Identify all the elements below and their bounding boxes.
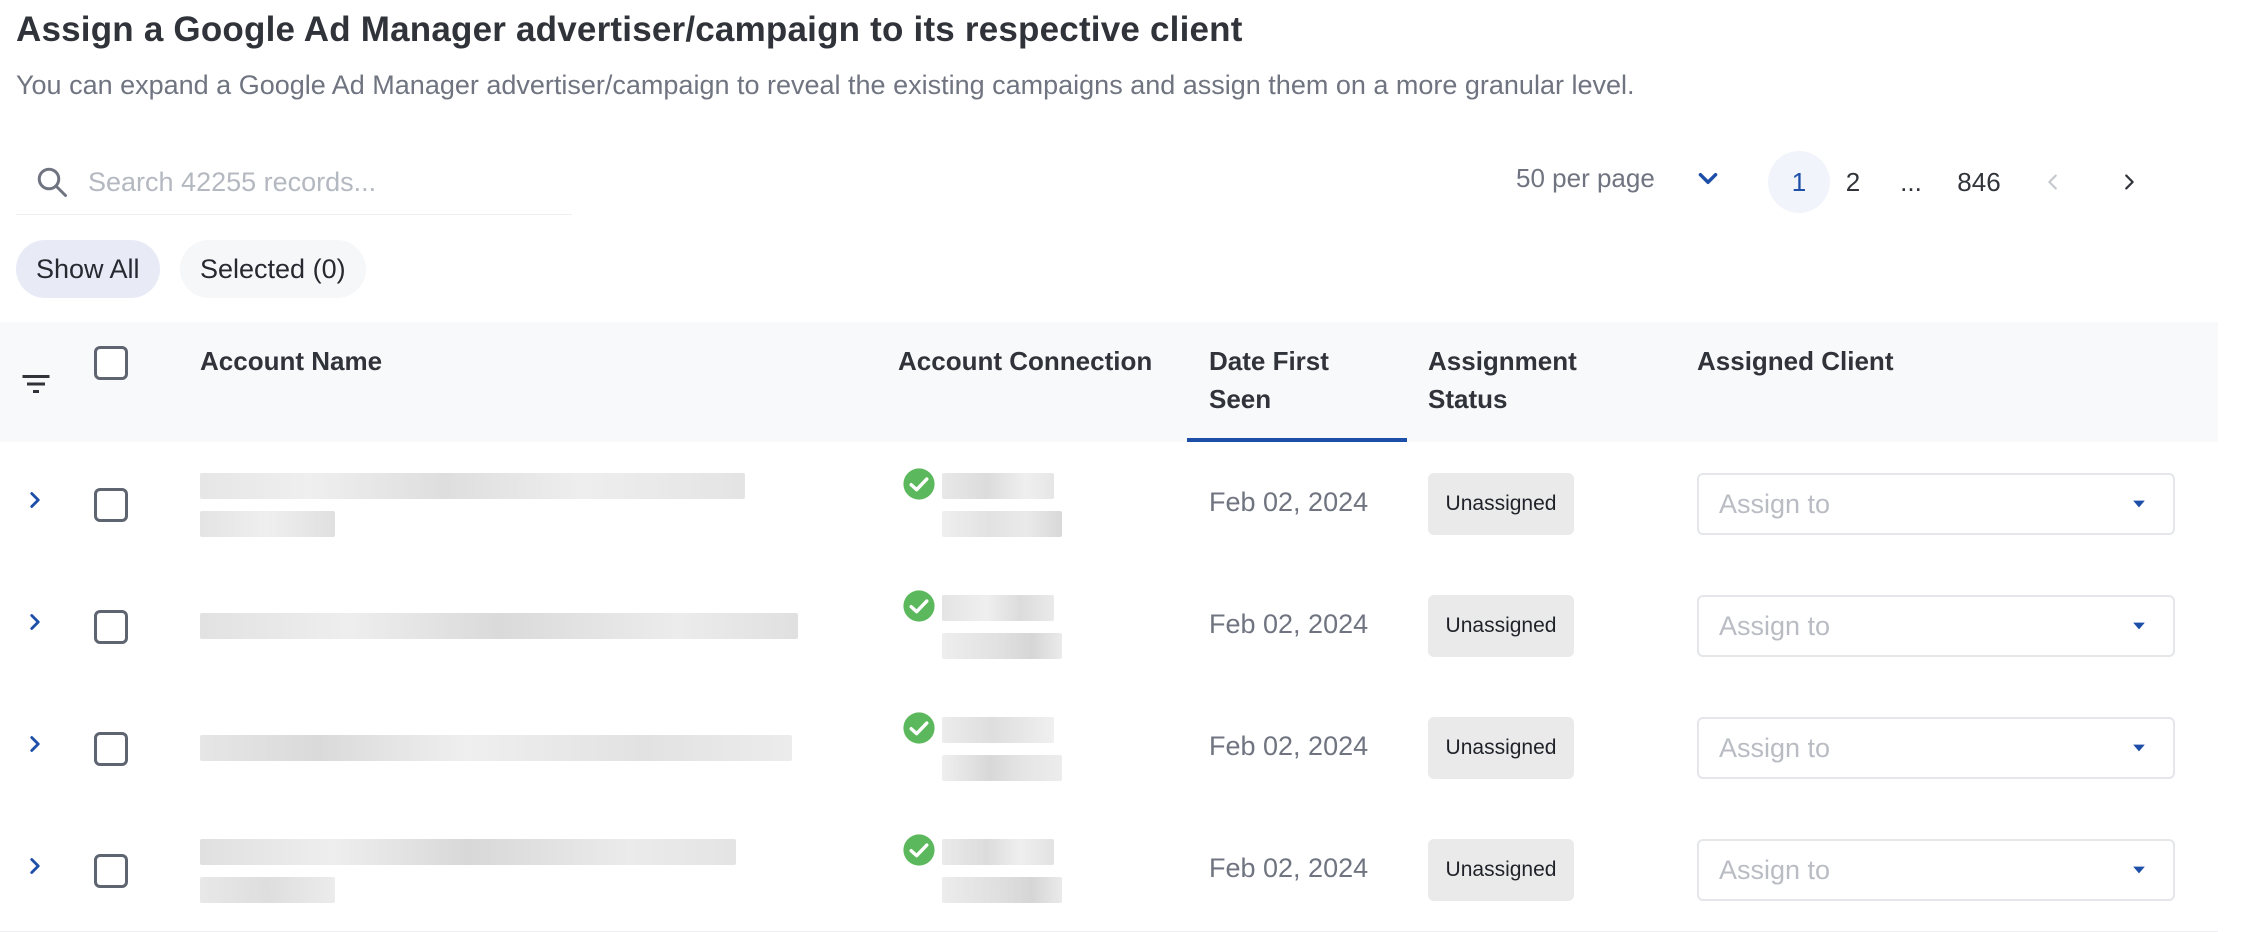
assign-client-dropdown[interactable]: Assign to [1697, 839, 2175, 901]
column-account-name[interactable]: Account Name [200, 342, 382, 380]
selected-filter[interactable]: Selected (0) [180, 240, 366, 298]
row-checkbox[interactable] [94, 610, 128, 644]
account-connection-redacted [942, 473, 1054, 499]
account-name-redacted [200, 613, 798, 639]
column-assigned-client[interactable]: Assigned Client [1697, 342, 1893, 380]
prev-page-button[interactable] [2022, 151, 2084, 213]
table-header: Account Name Account Connection Date Fir… [0, 322, 2218, 442]
date-first-seen: Feb 02, 2024 [1209, 609, 1369, 639]
account-connection-redacted [942, 717, 1054, 743]
page-title: Assign a Google Ad Manager advertiser/ca… [16, 10, 1243, 49]
check-circle-icon [903, 834, 935, 866]
status-badge: Unassigned [1428, 473, 1574, 535]
table-row: Feb 02, 2024 Unassigned Assign to [0, 809, 2218, 932]
per-page-select[interactable]: 50 per page [1516, 163, 1721, 194]
chevron-down-icon [1698, 172, 1718, 184]
account-connection-redacted [942, 511, 1062, 537]
column-account-connection[interactable]: Account Connection [898, 342, 1152, 380]
account-name-redacted [200, 511, 335, 537]
assign-placeholder: Assign to [1719, 488, 1831, 519]
column-assignment-status-line2: Status [1428, 384, 1508, 414]
sort-indicator [1187, 438, 1407, 442]
account-name-redacted [200, 735, 792, 761]
account-connection-redacted [942, 755, 1062, 781]
expand-chevron-icon[interactable] [22, 731, 48, 757]
row-checkbox[interactable] [94, 488, 128, 522]
search-bar [16, 150, 572, 215]
column-assignment-status-line1: Assignment [1428, 346, 1577, 376]
expand-chevron-icon[interactable] [22, 853, 48, 879]
expand-chevron-icon[interactable] [22, 487, 48, 513]
column-assignment-status[interactable]: Assignment Status [1428, 342, 1577, 418]
assign-placeholder: Assign to [1719, 610, 1831, 641]
table-row: Feb 02, 2024 Unassigned Assign to [0, 443, 2218, 566]
status-badge: Unassigned [1428, 839, 1574, 901]
search-icon [37, 167, 67, 197]
account-connection-redacted [942, 839, 1054, 865]
account-name-redacted [200, 839, 736, 865]
table-row: Feb 02, 2024 Unassigned Assign to [0, 565, 2218, 688]
caret-down-icon [2133, 866, 2145, 874]
date-first-seen: Feb 02, 2024 [1209, 731, 1369, 761]
account-connection-redacted [942, 595, 1054, 621]
row-checkbox[interactable] [94, 854, 128, 888]
account-connection-redacted [942, 633, 1062, 659]
date-first-seen: Feb 02, 2024 [1209, 853, 1369, 883]
filter-icon[interactable] [18, 366, 54, 402]
caret-down-icon [2133, 622, 2145, 630]
search-input[interactable] [86, 165, 550, 199]
account-name-redacted [200, 473, 745, 499]
column-date-first-seen-line1: Date First [1209, 346, 1329, 376]
next-page-button[interactable] [2098, 151, 2160, 213]
page-ellipsis: ... [1900, 166, 1922, 197]
page-subtitle: You can expand a Google Ad Manager adver… [16, 70, 1635, 100]
row-checkbox[interactable] [94, 732, 128, 766]
status-badge: Unassigned [1428, 595, 1574, 657]
page-last-button[interactable]: 846 [1944, 151, 2014, 213]
chevron-left-icon [2048, 174, 2057, 190]
date-first-seen: Feb 02, 2024 [1209, 487, 1369, 517]
chevron-right-icon [2125, 174, 2134, 190]
caret-down-icon [2133, 744, 2145, 752]
column-date-first-seen[interactable]: Date First Seen [1209, 342, 1329, 418]
check-circle-icon [903, 712, 935, 744]
check-circle-icon [903, 468, 935, 500]
caret-down-icon [2133, 500, 2145, 508]
assign-placeholder: Assign to [1719, 732, 1831, 763]
assign-client-dropdown[interactable]: Assign to [1697, 595, 2175, 657]
check-circle-icon [903, 590, 935, 622]
assign-client-dropdown[interactable]: Assign to [1697, 473, 2175, 535]
page-1-button[interactable]: 1 [1768, 151, 1830, 213]
column-date-first-seen-line2: Seen [1209, 384, 1272, 414]
table-row: Feb 02, 2024 Unassigned Assign to [0, 687, 2218, 810]
show-all-filter[interactable]: Show All [16, 240, 160, 298]
expand-chevron-icon[interactable] [22, 609, 48, 635]
assign-client-dropdown[interactable]: Assign to [1697, 717, 2175, 779]
page-2-button[interactable]: 2 [1822, 151, 1884, 213]
account-connection-redacted [942, 877, 1062, 903]
status-badge: Unassigned [1428, 717, 1574, 779]
per-page-label: 50 per page [1516, 163, 1655, 193]
account-name-redacted [200, 877, 335, 903]
select-all-checkbox[interactable] [94, 346, 128, 380]
assign-placeholder: Assign to [1719, 854, 1831, 885]
